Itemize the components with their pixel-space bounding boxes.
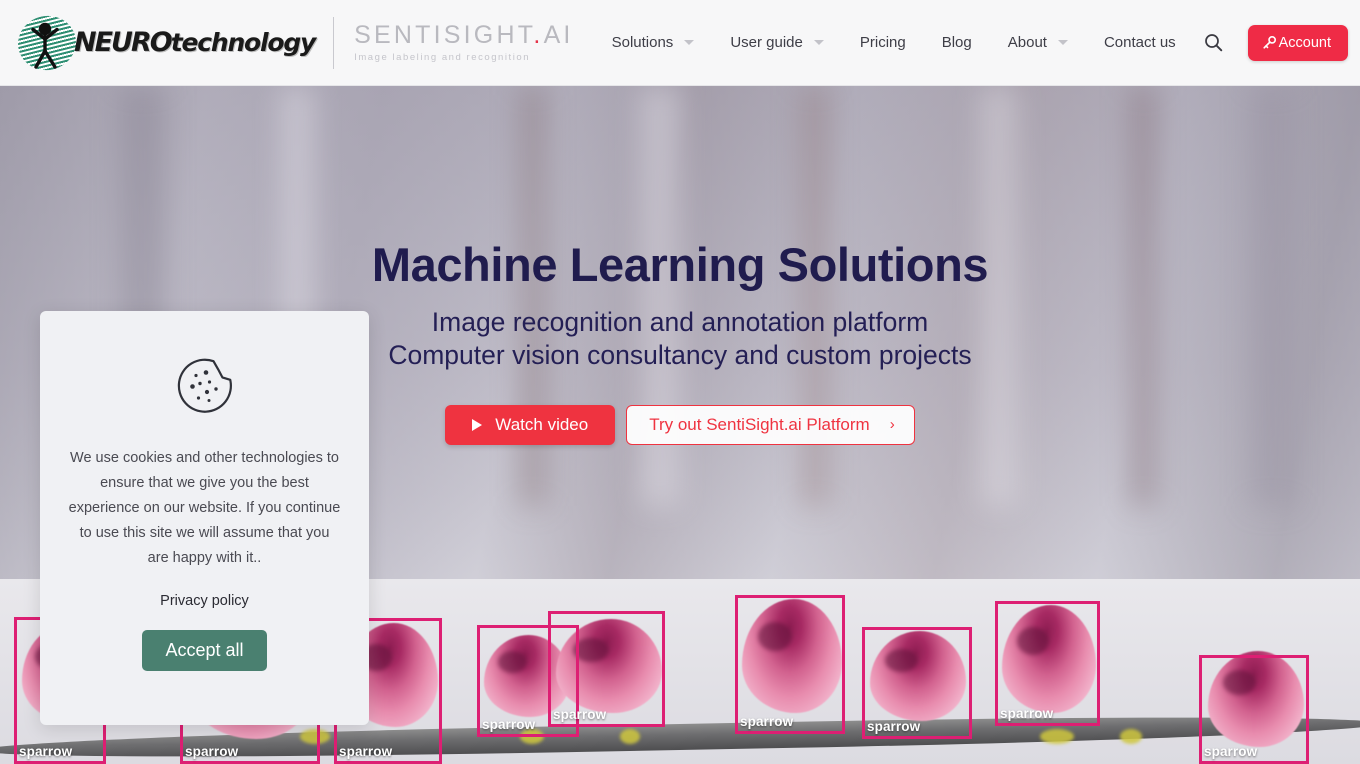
chevron-down-icon xyxy=(1057,40,1068,45)
main-navigation: Solutions User guide Pricing Blog About … xyxy=(612,26,1176,59)
page-root: NEUROtechnology SENTISIGHT.AI Image labe… xyxy=(0,0,1360,764)
nav-label: Contact us xyxy=(1103,34,1176,51)
bounding-box-label: sparrow xyxy=(1000,706,1054,721)
cookie-icon xyxy=(177,358,232,413)
bounding-box-label: sparrow xyxy=(482,717,536,732)
search-icon[interactable] xyxy=(1196,25,1232,61)
bounding-box[interactable]: sparrow xyxy=(548,611,665,727)
header-actions: Account xyxy=(1196,24,1348,61)
bounding-box-label: sparrow xyxy=(553,707,607,722)
neuro-suffix: technology xyxy=(170,28,317,57)
sentisight-wordmark: SENTISIGHT.AI xyxy=(354,20,574,49)
nav-item-user-guide[interactable]: User guide xyxy=(730,26,824,59)
try-platform-label: Try out SentiSight.ai Platform xyxy=(649,414,870,434)
logo-figure-icon xyxy=(31,22,59,69)
accept-all-button[interactable]: Accept all xyxy=(142,630,267,671)
bounding-box[interactable]: sparrow xyxy=(735,595,845,734)
play-icon xyxy=(472,418,483,431)
bounding-box-label: sparrow xyxy=(19,744,73,759)
cookie-consent-text: We use cookies and other technologies to… xyxy=(68,450,341,566)
chevron-right-icon: › xyxy=(889,416,895,434)
nav-item-blog[interactable]: Blog xyxy=(942,26,972,59)
page-title: Machine Learning Solutions xyxy=(371,238,989,291)
nav-item-contact-us[interactable]: Contact us xyxy=(1104,26,1176,59)
bounding-box-label: sparrow xyxy=(1204,744,1258,759)
bounding-box[interactable]: sparrow xyxy=(862,627,972,739)
bounding-box-label: sparrow xyxy=(339,744,393,759)
account-button[interactable]: Account xyxy=(1247,24,1348,61)
bounding-box-label: sparrow xyxy=(867,719,921,734)
privacy-policy-link[interactable]: Privacy policy xyxy=(160,593,249,609)
neurotechnology-wordmark: NEUROtechnology xyxy=(74,27,317,58)
nav-label: Pricing xyxy=(859,34,906,51)
sentisight-dot: . xyxy=(533,20,544,49)
chevron-down-icon xyxy=(813,40,824,45)
sentisight-name: SENTISIGHT xyxy=(354,20,534,49)
nav-label: About xyxy=(1007,34,1047,51)
sentisight-logo[interactable]: SENTISIGHT.AI Image labeling and recogni… xyxy=(354,20,574,63)
nav-label: User guide xyxy=(730,34,803,51)
site-header: NEUROtechnology SENTISIGHT.AI Image labe… xyxy=(0,0,1360,86)
nav-item-solutions[interactable]: Solutions xyxy=(612,26,695,59)
neurotechnology-logo-icon xyxy=(12,9,82,76)
nav-label: Blog xyxy=(941,34,972,51)
nav-label: Solutions xyxy=(611,34,674,51)
bounding-box-label: sparrow xyxy=(185,744,239,759)
nav-item-about[interactable]: About xyxy=(1008,26,1068,59)
key-icon xyxy=(1263,35,1276,49)
chevron-down-icon xyxy=(684,40,695,45)
bounding-box[interactable]: sparrow xyxy=(1199,655,1309,764)
watch-video-button[interactable]: Watch video xyxy=(445,404,616,445)
watch-video-label: Watch video xyxy=(495,414,589,434)
try-platform-button[interactable]: Try out SentiSight.ai Platform › xyxy=(626,404,915,445)
sentisight-tld: AI xyxy=(543,20,574,49)
account-button-label: Account xyxy=(1278,34,1331,51)
sentisight-tagline: Image labeling and recognition xyxy=(354,51,531,63)
bounding-box-label: sparrow xyxy=(740,714,794,729)
bounding-box[interactable]: sparrow xyxy=(995,601,1100,726)
cookie-consent-dialog: We use cookies and other technologies to… xyxy=(40,311,369,725)
nav-item-pricing[interactable]: Pricing xyxy=(860,26,906,59)
brand-lockup[interactable]: NEUROtechnology SENTISIGHT.AI Image labe… xyxy=(12,9,574,76)
neuro-prefix: NEURO xyxy=(74,27,173,58)
brand-divider xyxy=(333,16,335,69)
